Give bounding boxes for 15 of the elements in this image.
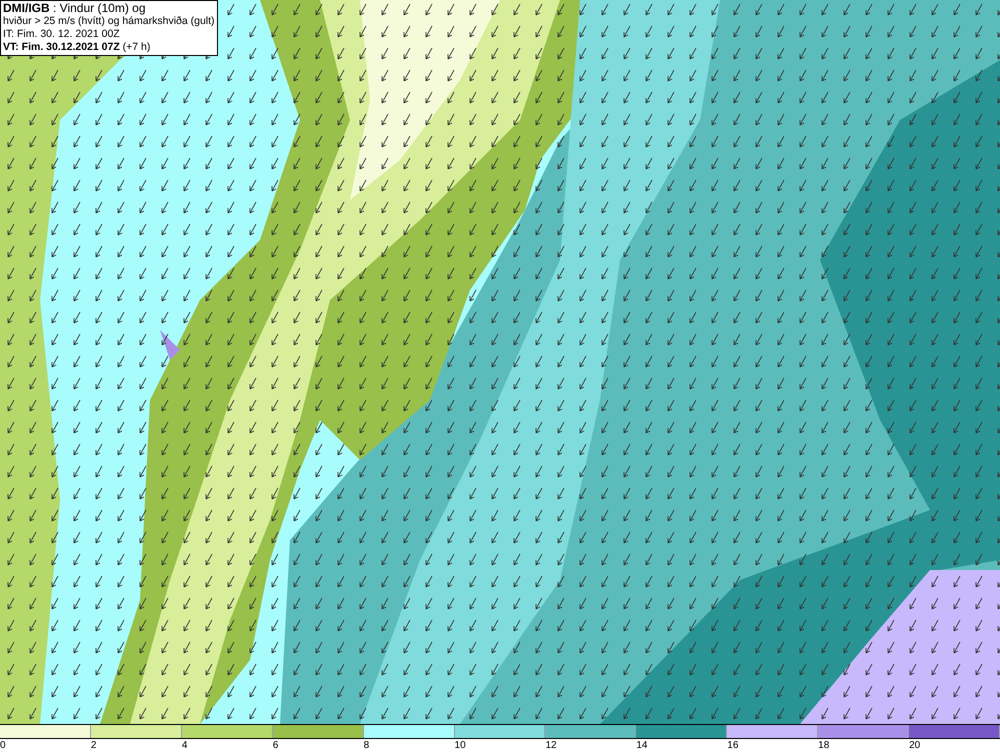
- legend-tick-label: 6: [272, 739, 278, 752]
- legend-tick-label: 16: [727, 739, 738, 752]
- legend-tick-label: 14: [636, 739, 648, 752]
- title-line: DMI/IGB : Vindur (10m) og: [3, 2, 146, 15]
- title-line: VT: Fim. 30.12.2021 07Z (+7 h): [3, 41, 152, 54]
- legend-tick-label: 10: [454, 739, 466, 752]
- legend-tick-label: 18: [818, 739, 830, 752]
- title-line: hviður > 25 m/s (hvítt) og hámarkshviða (gult): [3, 15, 215, 28]
- title-line: IT: Fim. 30. 12. 2021 00Z: [3, 28, 121, 41]
- legend-tick-label: 4: [182, 739, 188, 752]
- legend-tick-label: 0: [0, 739, 6, 752]
- legend-tick-label: 20: [909, 739, 920, 752]
- legend-tick-label: 2: [90, 739, 96, 752]
- legend-tick-label: 12: [545, 739, 557, 752]
- legend-tick-label: 8: [364, 739, 370, 752]
